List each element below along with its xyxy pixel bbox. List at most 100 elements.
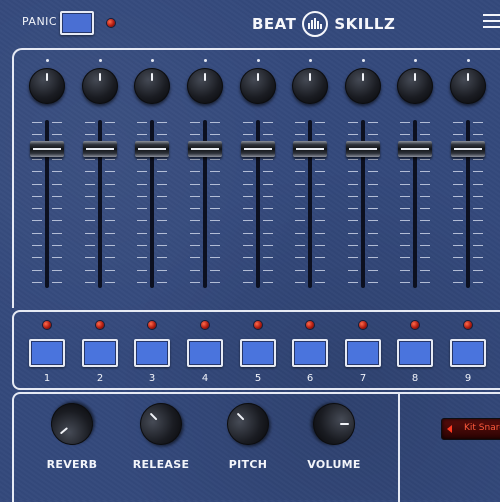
previous-arrow-icon[interactable] bbox=[447, 425, 452, 433]
channel-knob-3[interactable] bbox=[134, 68, 170, 104]
channel-knob-1[interactable] bbox=[29, 68, 65, 104]
fader-scale-tick bbox=[473, 208, 483, 210]
fader-handle-8[interactable] bbox=[398, 141, 432, 157]
fader-scale-tick bbox=[400, 220, 410, 222]
fader-handle-4[interactable] bbox=[188, 141, 222, 157]
fader-scale-tick bbox=[157, 281, 167, 283]
channel-knob-5[interactable] bbox=[240, 68, 276, 104]
pad-led-indicator bbox=[254, 321, 262, 329]
fader-scale-tick bbox=[453, 195, 463, 197]
fader-scale-tick bbox=[400, 269, 410, 271]
panic-label: PANIC bbox=[22, 15, 58, 28]
fader-scale-tick bbox=[105, 134, 115, 136]
fader-scale-tick bbox=[295, 122, 305, 123]
fader-scale-tick bbox=[400, 134, 410, 136]
fader-scale-tick bbox=[315, 183, 325, 185]
pad-number-label: 8 bbox=[411, 373, 419, 384]
kit-name-text: Kit Snare bbox=[464, 423, 500, 433]
fader-scale-tick bbox=[368, 134, 378, 136]
fader-scale-tick bbox=[105, 269, 115, 271]
fader-scale-tick bbox=[420, 158, 430, 160]
knob-indicator-dot bbox=[203, 59, 207, 62]
fader-scale-tick bbox=[85, 158, 95, 160]
fader-handle-9[interactable] bbox=[451, 141, 485, 157]
fader-scale-tick bbox=[453, 281, 463, 283]
volume-knob[interactable] bbox=[313, 403, 355, 445]
fader-scale-tick bbox=[243, 269, 253, 271]
fader-scale-tick bbox=[315, 232, 325, 234]
fader-scale-tick bbox=[137, 281, 147, 283]
fader-scale-tick bbox=[453, 171, 463, 173]
drum-pad-3[interactable] bbox=[134, 339, 170, 367]
fader-scale-tick bbox=[453, 232, 463, 234]
fader-scale-tick bbox=[157, 245, 167, 246]
fader-scale-tick bbox=[473, 232, 483, 234]
fader-handle-5[interactable] bbox=[241, 141, 275, 157]
equalizer-bars-icon bbox=[302, 11, 329, 37]
fader-handle-3[interactable] bbox=[135, 141, 169, 157]
fader-scale-tick bbox=[263, 220, 273, 222]
kit-selector-display[interactable]: Kit Snare bbox=[441, 418, 500, 440]
knob-pointer-mark bbox=[414, 73, 416, 81]
drum-pad-4[interactable] bbox=[187, 339, 223, 367]
fader-handle-6[interactable] bbox=[293, 141, 327, 157]
drum-pad-6[interactable] bbox=[292, 339, 328, 367]
fader-scale-tick bbox=[453, 220, 463, 222]
knob-pointer-mark bbox=[151, 73, 153, 81]
fader-scale-tick bbox=[295, 158, 305, 160]
fader-scale-tick bbox=[85, 220, 95, 222]
fader-scale-tick bbox=[453, 122, 463, 123]
knob-indicator-dot bbox=[150, 59, 154, 62]
fader-scale-tick bbox=[190, 134, 200, 136]
fader-scale-tick bbox=[190, 195, 200, 197]
knob-pointer-mark bbox=[362, 73, 364, 81]
fader-scale-tick bbox=[473, 183, 483, 185]
fader-scale-tick bbox=[190, 257, 200, 259]
drum-pad-8[interactable] bbox=[397, 339, 433, 367]
fader-scale-tick bbox=[348, 208, 358, 210]
drum-pad-9[interactable] bbox=[450, 339, 486, 367]
fader-scale-tick bbox=[210, 220, 220, 222]
fader-scale-tick bbox=[420, 183, 430, 185]
fader-scale-tick bbox=[243, 245, 253, 246]
knob-indicator-dot bbox=[361, 59, 365, 62]
kit-panel bbox=[398, 392, 500, 502]
knob-indicator-dot bbox=[45, 59, 49, 62]
fader-scale-tick bbox=[210, 183, 220, 185]
fader-scale-tick bbox=[137, 269, 147, 271]
fader-scale-tick bbox=[420, 220, 430, 222]
fader-scale-tick bbox=[210, 269, 220, 271]
drum-pad-2[interactable] bbox=[82, 339, 118, 367]
fader-scale-tick bbox=[315, 122, 325, 123]
channel-knob-4[interactable] bbox=[187, 68, 223, 104]
fader-scale-tick bbox=[85, 245, 95, 246]
drum-pad-7[interactable] bbox=[345, 339, 381, 367]
drum-pad-5[interactable] bbox=[240, 339, 276, 367]
hamburger-menu-icon[interactable] bbox=[483, 14, 500, 28]
fader-scale-tick bbox=[263, 183, 273, 185]
fader-handle-1[interactable] bbox=[30, 141, 64, 157]
channel-knob-7[interactable] bbox=[345, 68, 381, 104]
fader-scale-tick bbox=[295, 134, 305, 136]
fader-scale-tick bbox=[210, 232, 220, 234]
fader-scale-tick bbox=[368, 183, 378, 185]
fader-scale-tick bbox=[190, 208, 200, 210]
fader-scale-tick bbox=[32, 281, 42, 283]
channel-knob-8[interactable] bbox=[397, 68, 433, 104]
fader-scale-tick bbox=[315, 281, 325, 283]
panic-button[interactable] bbox=[60, 11, 94, 35]
knob-pointer-mark bbox=[340, 423, 349, 425]
channel-knob-2[interactable] bbox=[82, 68, 118, 104]
channel-knob-9[interactable] bbox=[450, 68, 486, 104]
fader-scale-tick bbox=[210, 245, 220, 246]
pad-led-indicator bbox=[43, 321, 51, 329]
channel-knob-6[interactable] bbox=[292, 68, 328, 104]
fader-scale-tick bbox=[52, 208, 62, 210]
fader-handle-7[interactable] bbox=[346, 141, 380, 157]
fader-scale-tick bbox=[190, 171, 200, 173]
fader-scale-tick bbox=[157, 257, 167, 259]
fader-handle-2[interactable] bbox=[83, 141, 117, 157]
drum-pad-1[interactable] bbox=[29, 339, 65, 367]
fader-scale-tick bbox=[157, 208, 167, 210]
fader-scale-tick bbox=[315, 208, 325, 210]
